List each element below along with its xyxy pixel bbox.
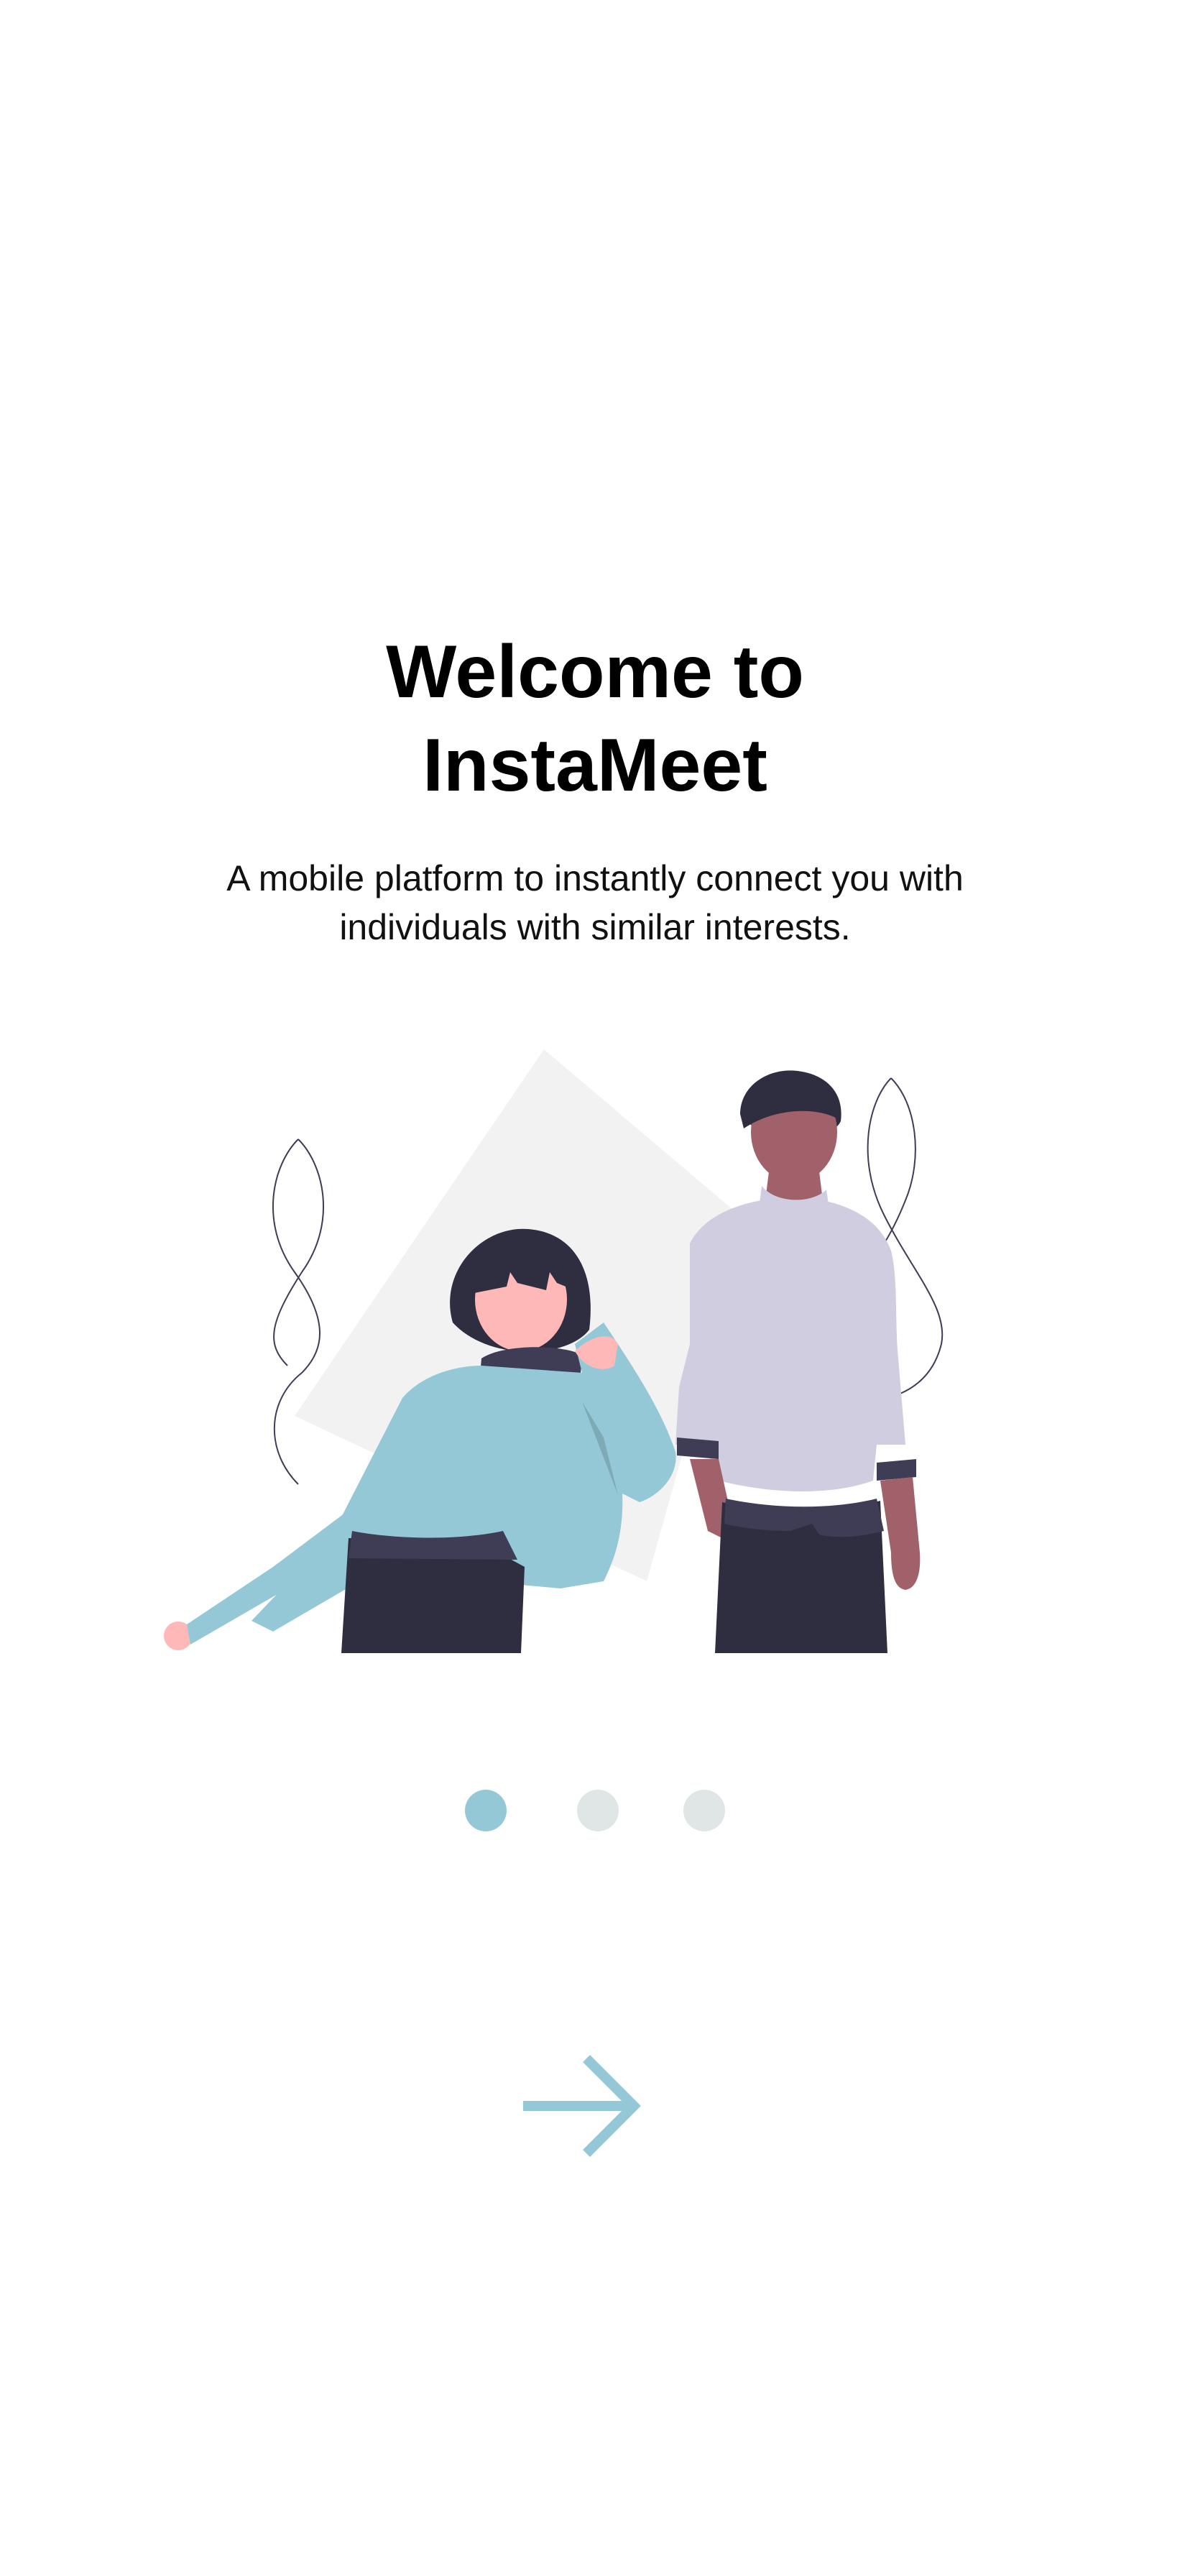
pagination-dots	[0, 1790, 1190, 1833]
page-subtitle: A mobile platform to instantly connect y…	[226, 858, 964, 947]
page-title: Welcome to InstaMeet	[0, 625, 1190, 812]
two-people-meeting-illustration	[144, 1035, 992, 1668]
arrow-right-icon	[523, 2055, 641, 2157]
pagination-dot-3[interactable]	[683, 1790, 725, 1831]
pagination-dot-1[interactable]	[465, 1790, 507, 1831]
title-line-1: Welcome to	[386, 630, 804, 714]
onboarding-screen: Welcome to InstaMeet A mobile platform t…	[0, 0, 1190, 2576]
next-button[interactable]	[517, 2048, 647, 2163]
pagination-dot-2[interactable]	[577, 1790, 619, 1831]
title-line-2: InstaMeet	[423, 724, 767, 807]
